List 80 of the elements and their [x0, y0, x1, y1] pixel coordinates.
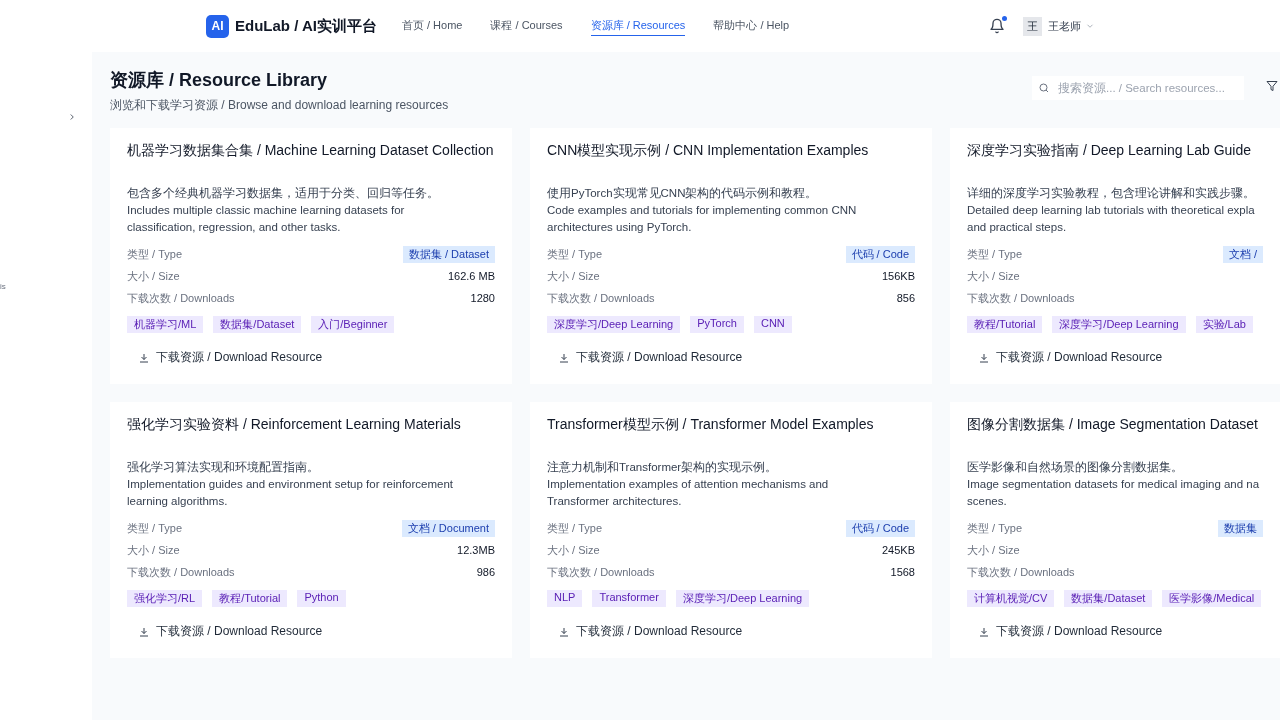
tag: 深度学习/Deep Learning: [675, 590, 810, 607]
tag: 计算机视觉/CV: [967, 590, 1055, 607]
brand-name: EduLab / AI实训平台: [235, 16, 377, 36]
search-field[interactable]: 搜索资源... / Search resources...: [1032, 76, 1244, 100]
meta-value: 1568: [890, 566, 915, 578]
tag: 教程/Tutorial: [212, 590, 288, 607]
card-title: CNN模型实现示例 / CNN Implementation Examples: [547, 142, 870, 160]
meta-label: 大小 / Size: [547, 542, 600, 558]
tag: Python: [297, 590, 346, 607]
nav-link[interactable]: 课程 / Courses: [490, 16, 563, 36]
type-tag: 代码 / Code: [845, 245, 915, 263]
meta-value: 1280: [470, 292, 495, 304]
type-tag: 文档 / Document: [401, 519, 495, 537]
card-title: Transformer模型示例 / Transformer Model Examples: [547, 416, 875, 434]
meta-label: 下载次数 / Downloads: [967, 290, 1075, 306]
meta-value: 856: [896, 292, 915, 304]
tag: 深度学习/Deep Learning: [547, 316, 681, 333]
tag: 数据集/Dataset: [213, 316, 302, 333]
tag: 机器学习/ML: [127, 316, 204, 333]
type-tag: 数据集 / Dataset: [402, 245, 495, 263]
meta-label: 下载次数 / Downloads: [967, 564, 1075, 580]
meta-label: 下载次数 / Downloads: [127, 290, 235, 306]
download-button[interactable]: 下载资源 / Download Resource: [138, 349, 323, 366]
user-menu[interactable]: 王老师: [1048, 18, 1096, 34]
meta-value: 156KB: [881, 270, 915, 282]
meta-value: 12.3MB: [457, 544, 495, 556]
meta-label: 大小 / Size: [127, 268, 180, 284]
meta-label: 类型 / Type: [127, 520, 183, 536]
tag: 实验/Lab: [1195, 316, 1253, 333]
meta-label: 大小 / Size: [967, 268, 1020, 284]
tag: 数据集/Dataset: [1064, 590, 1153, 607]
card-title: 图像分割数据集 / Image Segmentation Dataset: [967, 416, 1259, 434]
tag: CNN: [754, 316, 792, 333]
card-description: 强化学习算法实现和环境配置指南。 Implementation guides and environment setup for reinforcement learning algorithms.: [127, 460, 454, 509]
tag: 教程/Tutorial: [967, 316, 1043, 333]
tag: 深度学习/Deep Learning: [1052, 316, 1186, 333]
meta-label: 下载次数 / Downloads: [547, 564, 655, 580]
sidebar-text: is: [0, 282, 6, 291]
card-description: 注意力机制和Transformer架构的实现示例。 Implementation examples of attention mechanisms and Transformer architectures.: [547, 460, 830, 509]
card-description: 详细的深度学习实验教程，包含理论讲解和实践步骤。 Detailed deep learning lab tutorials with theoretical expla and practical steps.: [967, 186, 1256, 235]
download-button[interactable]: 下载资源 / Download Resource: [558, 349, 743, 366]
type-tag: 数据集: [1218, 519, 1263, 537]
meta-label: 下载次数 / Downloads: [127, 564, 235, 580]
meta-label: 类型 / Type: [967, 520, 1023, 536]
meta-value: 986: [476, 566, 495, 578]
card-description: 医学影像和自然场景的图像分割数据集。 Image segmentation datasets for medical imaging and na scenes.: [967, 460, 1261, 509]
meta-label: 大小 / Size: [547, 268, 600, 284]
page-title: 资源库 / Resource Library: [110, 69, 329, 92]
tag: 入门/Beginner: [311, 316, 395, 333]
tag: PyTorch: [690, 316, 744, 333]
logo: AI: [206, 14, 229, 38]
card-title: 强化学习实验资料 / Reinforcement Learning Materials: [127, 416, 462, 434]
user-avatar: 王: [1023, 16, 1043, 36]
tag: Transformer: [592, 590, 666, 607]
meta-label: 类型 / Type: [547, 520, 603, 536]
meta-label: 大小 / Size: [967, 542, 1020, 558]
meta-label: 大小 / Size: [127, 542, 180, 558]
meta-label: 类型 / Type: [547, 246, 603, 262]
nav-link[interactable]: 首页 / Home: [401, 16, 463, 36]
meta-value: 162.6 MB: [447, 270, 495, 282]
download-button[interactable]: 下载资源 / Download Resource: [978, 623, 1163, 640]
meta-label: 下载次数 / Downloads: [547, 290, 655, 306]
type-tag: 文档 /: [1222, 245, 1263, 263]
card-description: 包含多个经典机器学习数据集，适用于分类、回归等任务。 Includes multiple classic machine learning datasets for classification, regression, and other tasks.: [127, 186, 440, 235]
nav-link[interactable]: 帮助中心 / Help: [713, 16, 790, 36]
tag: 强化学习/RL: [127, 590, 203, 607]
tag: 医学影像/Medical: [1162, 590, 1262, 607]
meta-value: 245KB: [881, 544, 915, 556]
download-button[interactable]: 下载资源 / Download Resource: [558, 623, 743, 640]
nav-link[interactable]: 资源库 / Resources: [590, 16, 686, 36]
tag: NLP: [547, 590, 583, 607]
type-tag: 代码 / Code: [845, 519, 915, 537]
download-button[interactable]: 下载资源 / Download Resource: [978, 349, 1163, 366]
card-description: 使用PyTorch实现常见CNN架构的代码示例和教程。 Code examples and tutorials for implementing common CNN architectures using PyTorch.: [547, 186, 858, 235]
meta-label: 类型 / Type: [127, 246, 183, 262]
page-subtitle: 浏览和下载学习资源 / Browse and download learning resources: [110, 97, 449, 114]
meta-label: 类型 / Type: [967, 246, 1023, 262]
download-button[interactable]: 下载资源 / Download Resource: [138, 623, 323, 640]
card-title: 机器学习数据集合集 / Machine Learning Dataset Collection: [127, 142, 495, 160]
card-title: 深度学习实验指南 / Deep Learning Lab Guide: [967, 142, 1252, 160]
